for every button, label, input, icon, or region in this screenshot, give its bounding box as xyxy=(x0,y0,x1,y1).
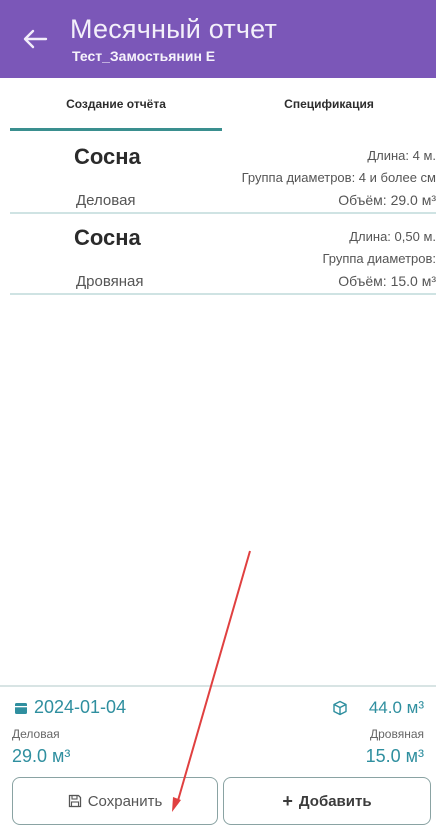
calendar-icon xyxy=(15,703,27,714)
diameter-group-text: Группа диаметров: 4 и более см xyxy=(241,170,436,185)
length-text: Длина: 0,50 м. xyxy=(349,229,436,244)
summary-panel: 2024-01-04 44.0 м³ Деловая Дровяная 29.0… xyxy=(0,685,436,775)
plus-icon: + xyxy=(282,791,293,811)
firewood-volume: 15.0 м³ xyxy=(365,746,424,766)
wood-grade: Дровяная xyxy=(76,273,144,290)
list-item[interactable]: Сосна Деловая Длина: 4 м. Группа диаметр… xyxy=(10,132,436,214)
list-item[interactable]: Сосна Дровяная Длина: 0,50 м. Группа диа… xyxy=(10,213,436,295)
firewood-label: Дровяная xyxy=(369,727,424,741)
add-button[interactable]: + Добавить xyxy=(223,777,431,825)
volume-text: Объём: 15.0 м³ xyxy=(338,273,436,289)
diameter-group-text: Группа диаметров: xyxy=(322,251,436,266)
business-wood-volume: 29.0 м³ xyxy=(12,746,71,766)
tab-create-report[interactable]: Создание отчёта xyxy=(10,78,222,130)
floppy-disk-icon xyxy=(68,794,81,808)
species-name: Сосна xyxy=(74,225,141,250)
tab-bar: Создание отчёта Спецификация xyxy=(0,78,436,130)
species-name: Сосна xyxy=(74,144,141,169)
add-button-label: Добавить xyxy=(298,792,372,810)
tab-specification[interactable]: Спецификация xyxy=(222,78,436,130)
app-bar: Месячный отчет Тест_Замостьянин Е xyxy=(0,0,436,78)
save-button[interactable]: Сохранить xyxy=(12,777,218,825)
wood-grade: Деловая xyxy=(76,192,136,209)
cube-icon xyxy=(333,700,347,716)
save-button-label: Сохранить xyxy=(87,792,163,810)
page-title: Месячный отчет xyxy=(70,14,278,44)
active-tab-indicator xyxy=(10,128,222,131)
length-text: Длина: 4 м. xyxy=(367,148,436,163)
total-volume: 44.0 м³ xyxy=(368,698,424,717)
volume-text: Объём: 29.0 м³ xyxy=(338,192,436,208)
page-subtitle: Тест_Замостьянин Е xyxy=(72,48,216,64)
back-arrow-icon[interactable] xyxy=(22,28,48,50)
business-wood-label: Деловая xyxy=(12,727,60,741)
report-date[interactable]: 2024-01-04 xyxy=(34,697,126,718)
